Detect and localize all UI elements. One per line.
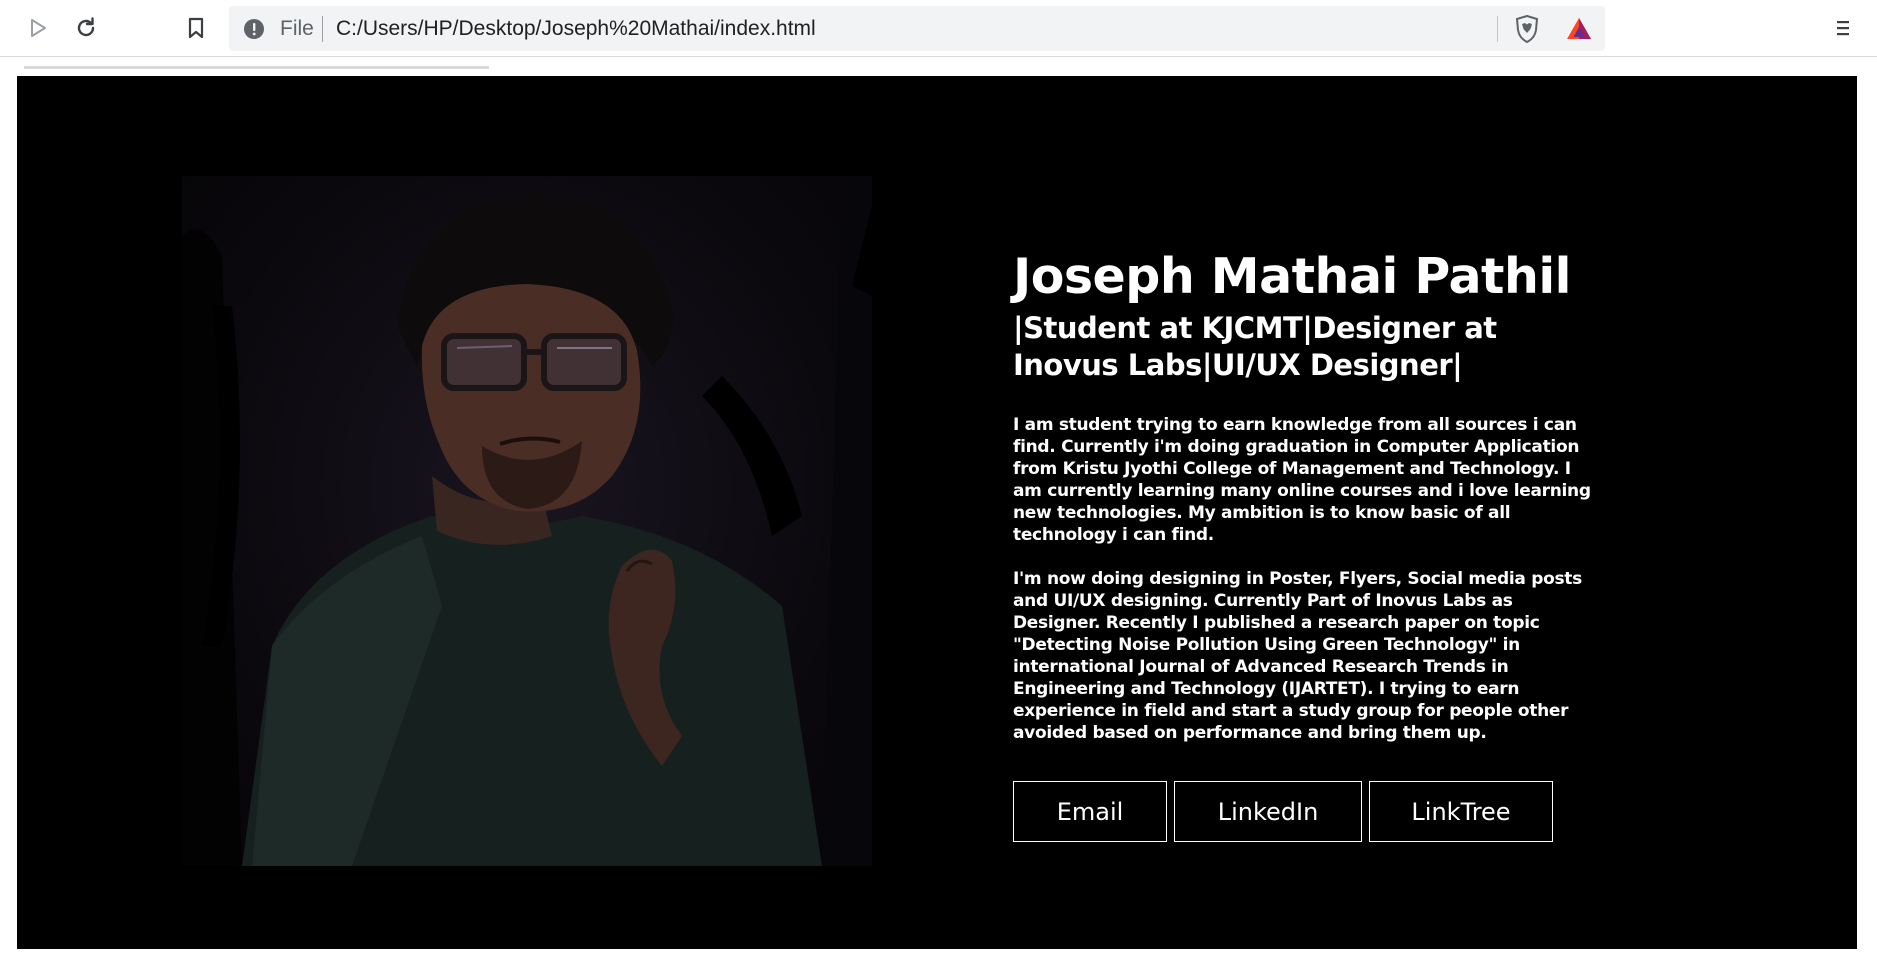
play-icon[interactable]	[23, 13, 53, 43]
url-text[interactable]: C:/Users/HP/Desktop/Joseph%20Mathai/inde…	[336, 17, 816, 41]
page-load-indicator	[24, 66, 489, 69]
address-bar[interactable]: File C:/Users/HP/Desktop/Joseph%20Mathai…	[229, 6, 1605, 51]
bookmark-icon[interactable]	[181, 13, 211, 43]
linktree-button[interactable]: LinkTree	[1369, 781, 1553, 842]
linkedin-button[interactable]: LinkedIn	[1174, 781, 1362, 842]
divider	[322, 16, 323, 42]
page-title: Joseph Mathai Pathil	[1013, 248, 1571, 305]
reload-icon[interactable]	[71, 13, 101, 43]
contact-buttons: Email LinkedIn LinkTree	[1013, 781, 1553, 842]
profile-photo	[182, 176, 872, 866]
email-button[interactable]: Email	[1013, 781, 1167, 842]
hamburger-menu-icon[interactable]	[1828, 13, 1858, 43]
about-paragraph-1: I am student trying to earn knowledge fr…	[1013, 415, 1591, 545]
about-content: Joseph Mathai Pathil |Student at KJCMT|D…	[1013, 246, 1603, 744]
browser-toolbar: File C:/Users/HP/Desktop/Joseph%20Mathai…	[0, 0, 1877, 57]
portrait-illustration	[182, 176, 872, 866]
brave-shield-icon[interactable]	[1514, 14, 1540, 47]
tagline: |Student at KJCMT|Designer at Inovus Lab…	[1013, 311, 1497, 382]
about-paragraph-2: I'm now doing designing in Poster, Flyer…	[1013, 569, 1582, 743]
divider	[1497, 16, 1498, 42]
hero-section: Joseph Mathai Pathil |Student at KJCMT|D…	[17, 76, 1857, 949]
info-icon[interactable]	[243, 18, 265, 44]
url-scheme: File	[280, 17, 314, 40]
bat-triangle-icon[interactable]	[1565, 16, 1593, 46]
